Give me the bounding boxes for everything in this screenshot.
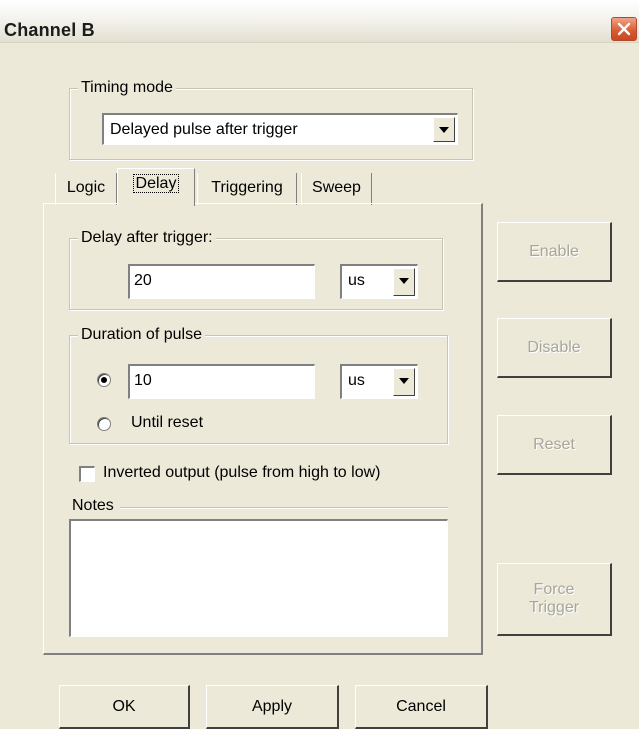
cancel-button-label: Cancel	[396, 697, 446, 715]
tab-triggering[interactable]: Triggering	[197, 173, 297, 205]
window-title: Channel B	[4, 20, 95, 40]
ok-button[interactable]: OK	[59, 685, 190, 729]
title-bar[interactable]: Channel B	[0, 0, 639, 43]
duration-of-pulse-legend: Duration of pulse	[78, 326, 205, 344]
tab-logic-label: Logic	[66, 179, 106, 196]
tab-sweep[interactable]: Sweep	[301, 173, 372, 205]
disable-button[interactable]: Disable	[497, 318, 612, 378]
tab-triggering-label: Triggering	[211, 179, 283, 196]
timing-mode-legend: Timing mode	[78, 79, 176, 97]
notes-textarea[interactable]	[69, 519, 448, 637]
close-button[interactable]	[611, 17, 637, 41]
notes-header-line	[120, 507, 448, 509]
ok-button-label: OK	[112, 697, 136, 715]
apply-button[interactable]: Apply	[206, 685, 339, 729]
force-trigger-label-line1: Force	[533, 581, 575, 598]
delay-value-text: 20	[134, 272, 152, 289]
chevron-down-icon[interactable]	[433, 117, 455, 142]
timing-mode-value: Delayed pulse after trigger	[110, 121, 298, 138]
timing-mode-select[interactable]: Delayed pulse after trigger	[102, 113, 458, 145]
tab-logic[interactable]: Logic	[55, 173, 117, 205]
reset-button-label: Reset	[533, 435, 575, 453]
delay-value-input[interactable]: 20	[128, 264, 315, 299]
reset-button[interactable]: Reset	[497, 415, 612, 475]
tab-delay-label: Delay	[132, 174, 180, 193]
delay-after-trigger-legend: Delay after trigger:	[78, 229, 216, 247]
delay-unit-select[interactable]: us	[340, 264, 418, 299]
chevron-down-icon[interactable]	[393, 268, 415, 296]
delay-unit-value: us	[348, 272, 365, 289]
close-icon	[617, 22, 631, 36]
duration-unit-value: us	[348, 372, 365, 389]
apply-button-label: Apply	[251, 697, 293, 715]
until-reset-radio[interactable]	[97, 417, 111, 431]
force-trigger-label-line2: Trigger	[528, 599, 580, 616]
enable-button[interactable]: Enable	[497, 222, 612, 282]
until-reset-label[interactable]: Until reset	[131, 414, 203, 432]
duration-value-input[interactable]: 10	[128, 364, 315, 399]
inverted-output-checkbox[interactable]	[79, 466, 95, 482]
notes-legend: Notes	[72, 497, 114, 514]
cancel-button[interactable]: Cancel	[355, 685, 488, 729]
enable-button-label: Enable	[529, 242, 579, 260]
force-trigger-button[interactable]: Force Trigger	[497, 563, 612, 636]
duration-value-radio[interactable]	[97, 373, 111, 387]
duration-unit-select[interactable]: us	[340, 364, 418, 399]
inverted-output-label[interactable]: Inverted output (pulse from high to low)	[103, 464, 380, 482]
duration-value-text: 10	[134, 372, 152, 389]
tab-delay[interactable]: Delay	[117, 168, 195, 206]
disable-button-label: Disable	[527, 338, 581, 356]
tab-sweep-label: Sweep	[312, 179, 361, 196]
chevron-down-icon[interactable]	[393, 368, 415, 396]
